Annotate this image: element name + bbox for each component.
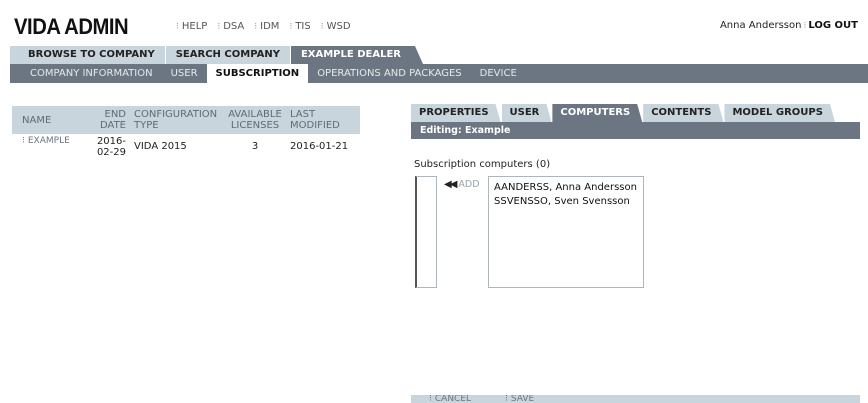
editing-label: Editing: Example xyxy=(420,125,511,136)
column-header-available-licenses[interactable]: AVAILABLE LICENSES xyxy=(226,106,284,134)
subscription-table: NAME END DATE CONFIGURATION TYPE AVAILABLE… xyxy=(12,106,360,158)
column-header-configuration-type[interactable]: CONFIGURATION TYPE xyxy=(134,106,226,134)
tab-example-dealer[interactable]: EXAMPLE DEALER xyxy=(291,46,423,64)
tab-company-information[interactable]: COMPANY INFORMATION xyxy=(10,64,162,83)
tab-model-groups[interactable]: MODEL GROUPS xyxy=(724,104,835,122)
tab-computers[interactable]: COMPUTERS xyxy=(552,104,642,122)
row-end-date: 2016- 02-29 xyxy=(96,136,126,158)
add-label: ADD xyxy=(458,179,480,190)
double-chevron-left-icon: ◀◀ xyxy=(444,179,457,190)
top-links: ⁝ HELP ⁝ DSA ⁝ IDM ⁝ TIS ⁝ WSD xyxy=(176,21,351,32)
tab-properties[interactable]: PROPERTIES xyxy=(411,104,501,122)
tab-user[interactable]: USER xyxy=(162,64,207,83)
tab-search-company[interactable]: SEARCH COMPANY xyxy=(165,46,290,64)
list-item[interactable]: SSVENSSO, Sven Svensson xyxy=(494,195,638,209)
panel-footer: ⁝ CANCEL ⁝ SAVE xyxy=(411,395,860,403)
cancel-button[interactable]: ⁝ CANCEL xyxy=(429,395,471,403)
app-logo: VIDA ADMIN xyxy=(14,14,129,39)
tis-link[interactable]: ⁝ TIS xyxy=(289,21,310,32)
tab-panel-user[interactable]: USER xyxy=(502,104,552,122)
column-header-name[interactable]: NAME xyxy=(12,106,74,134)
row-available-licenses: 3 xyxy=(251,141,259,152)
user-box: Anna Andersson ⁝ LOG OUT xyxy=(720,20,858,31)
subscription-computers-title: Subscription computers (0) xyxy=(414,159,551,170)
tab-subscription[interactable]: SUBSCRIPTION xyxy=(206,64,309,83)
column-header-last-modified[interactable]: LAST MODIFIED xyxy=(284,106,360,134)
panel-tabs: PROPERTIES USER COMPUTERS CONTENTS MODEL… xyxy=(411,104,836,122)
bullet-icon: ⁝ xyxy=(505,395,508,403)
add-button[interactable]: ◀◀ ADD xyxy=(444,179,480,190)
row-name-link[interactable]: ⁝ EXAMPLE xyxy=(12,136,74,158)
row-configuration-type: VIDA 2015 xyxy=(134,141,187,152)
editing-bar: Editing: Example xyxy=(411,122,860,139)
user-name: Anna Andersson xyxy=(719,20,802,31)
bullet-icon: ⁝ xyxy=(429,395,432,403)
tab-browse-to-company[interactable]: BROWSE TO COMPANY xyxy=(10,46,165,64)
tab-contents[interactable]: CONTENTS xyxy=(643,104,723,122)
primary-tabs: BROWSE TO COMPANY SEARCH COMPANY EXAMPLE… xyxy=(10,46,424,64)
table-header: NAME END DATE CONFIGURATION TYPE AVAILABLE… xyxy=(12,106,360,134)
available-computers-list[interactable]: AANDERSS, Anna Andersson SSVENSSO, Sven … xyxy=(488,176,644,288)
bullet-icon: ⁝ xyxy=(22,136,25,146)
dsa-link[interactable]: ⁝ DSA xyxy=(217,21,244,32)
bullet-icon: ⁝ xyxy=(217,21,221,32)
row-last-modified: 2016-01-21 xyxy=(290,141,349,152)
logout-link[interactable]: LOG OUT xyxy=(808,20,858,31)
list-item[interactable]: AANDERSS, Anna Andersson xyxy=(494,181,638,195)
bullet-icon: ⁝ xyxy=(176,21,179,32)
table-row[interactable]: ⁝ EXAMPLE 2016- 02-29 VIDA 2015 3 2016-01-… xyxy=(12,134,360,158)
idm-link[interactable]: ⁝ IDM xyxy=(254,21,279,32)
column-header-end-date[interactable]: END DATE xyxy=(74,106,134,134)
bullet-icon: ⁝ xyxy=(803,20,807,31)
bullet-icon: ⁝ xyxy=(289,21,293,32)
bullet-icon: ⁝ xyxy=(320,21,324,32)
save-button[interactable]: ⁝ SAVE xyxy=(505,395,534,403)
help-link[interactable]: ⁝ HELP xyxy=(176,21,207,32)
selected-computers-list[interactable] xyxy=(415,176,437,288)
secondary-tabs: COMPANY INFORMATION USER SUBSCRIPTION OP… xyxy=(10,64,526,83)
tab-operations-and-packages[interactable]: OPERATIONS AND PACKAGES xyxy=(308,64,470,83)
tab-device[interactable]: DEVICE xyxy=(471,64,526,83)
bullet-icon: ⁝ xyxy=(254,21,258,32)
wsd-link[interactable]: ⁝ WSD xyxy=(321,21,351,32)
